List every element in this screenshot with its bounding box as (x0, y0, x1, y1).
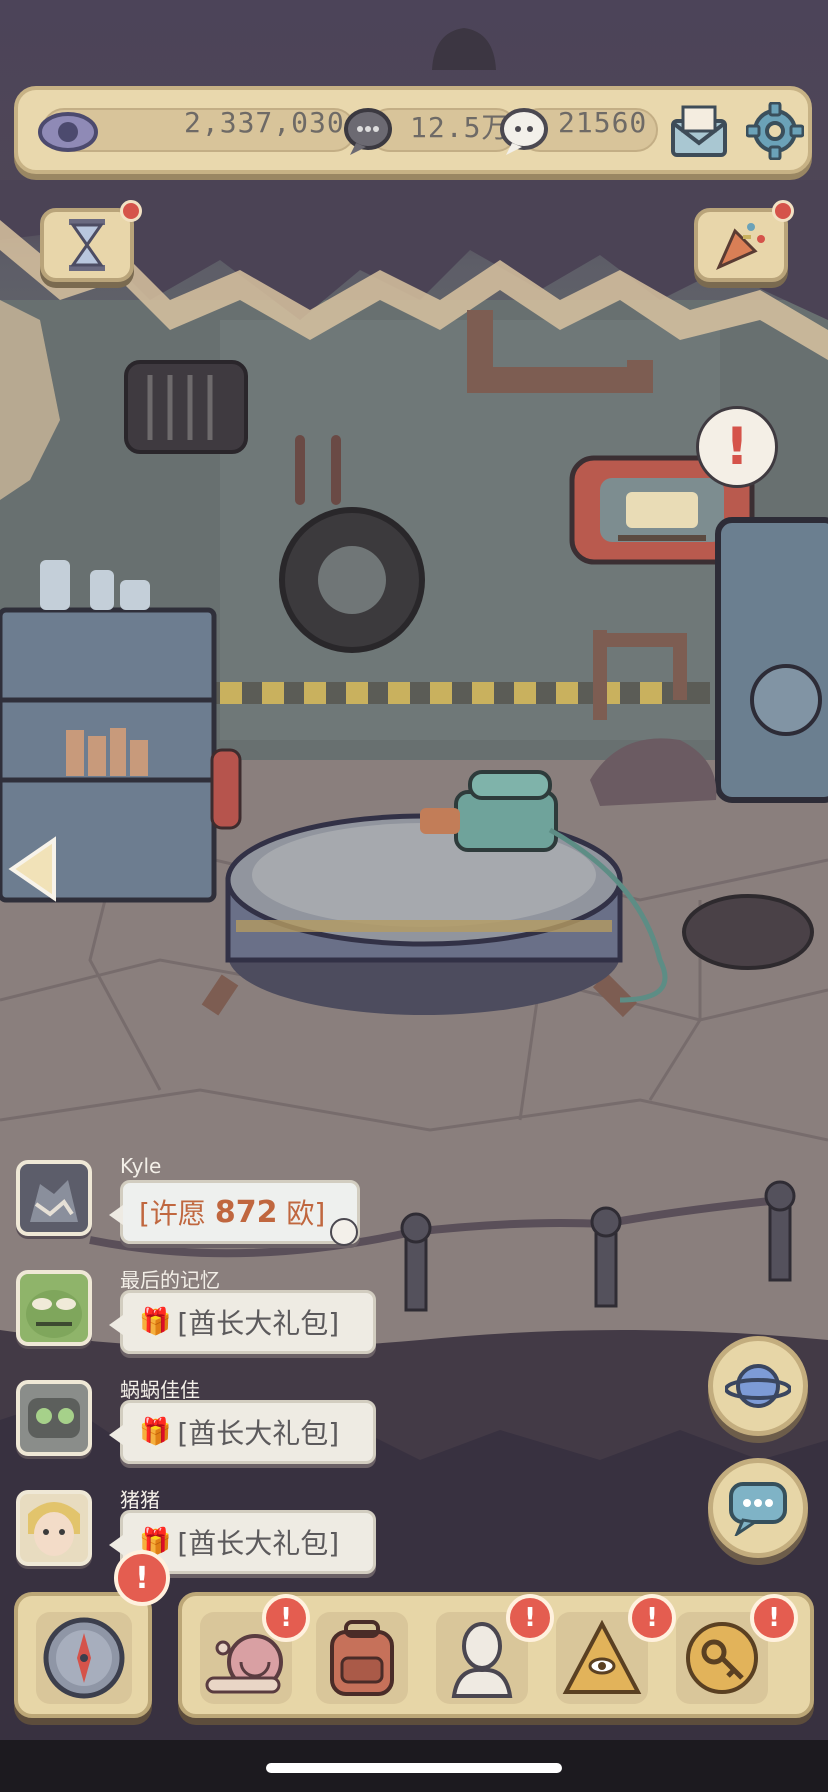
chat-message[interactable]: 最后的记忆 🎁 [酋长大礼包] (14, 1264, 414, 1364)
eye-amount: 2,337,030 (184, 106, 345, 139)
alert-icon: ! (280, 1603, 292, 1633)
gift-label: [酋长大礼包] (177, 1527, 340, 1560)
eye-icon (36, 100, 100, 164)
compass-alert-badge: ! (114, 1550, 170, 1606)
chat-name: 猪猪 (120, 1488, 160, 1512)
home-indicator[interactable] (266, 1763, 562, 1773)
avatar[interactable] (16, 1490, 92, 1566)
pyramid-alert-badge: ! (628, 1594, 676, 1642)
speech-bubble-icon (340, 104, 396, 160)
gift-icon: 🎁 (139, 1417, 172, 1447)
gift-label: [酋长大礼包] (177, 1417, 340, 1450)
backpack-icon (330, 1620, 394, 1696)
compass-dock (14, 1592, 152, 1718)
event-button[interactable] (694, 208, 788, 282)
backpack-slot[interactable] (316, 1612, 408, 1704)
gift-message-bubble[interactable]: 🎁 [酋长大礼包] (109, 1400, 376, 1464)
alert-icon: ! (768, 1603, 780, 1633)
hourglass-icon (69, 219, 105, 271)
chat-button[interactable] (708, 1458, 808, 1558)
gift-label: [酋长大礼包] (177, 1307, 340, 1340)
gift-message-bubble[interactable]: 🎁 [酋长大礼包] (109, 1290, 376, 1354)
wish-suffix: 欧] (277, 1197, 326, 1230)
key-icon (686, 1622, 758, 1694)
hourglass-button[interactable] (40, 208, 134, 282)
alert-icon: ! (524, 1603, 536, 1633)
avatar[interactable] (16, 1380, 92, 1456)
wish-amount: 872 (214, 1194, 278, 1230)
left-nav-button[interactable] (8, 836, 60, 902)
chat-message[interactable]: 猪猪 🎁 [酋长大礼包] (14, 1484, 414, 1584)
chevron-left-icon (8, 836, 56, 902)
gear-icon[interactable] (740, 98, 810, 164)
game-scene: 2,337,030 12.5万 21560 ! Kyle [许愿 872 欧] … (0, 0, 828, 1740)
ghost-icon (330, 1218, 358, 1246)
ghost-bubble-icon (496, 104, 552, 160)
bed-alert-bubble[interactable]: ! (696, 406, 778, 488)
compass-icon (43, 1617, 125, 1699)
chat-name: 蜗蜗佳佳 (120, 1378, 200, 1402)
chat-message[interactable]: 蜗蜗佳佳 🎁 [酋长大礼包] (14, 1374, 414, 1474)
alert-icon: ! (135, 1560, 149, 1596)
resource-bar: 2,337,030 12.5万 21560 (14, 86, 812, 174)
gift-icon: 🎁 (139, 1307, 172, 1337)
pyramid-eye-icon (562, 1620, 642, 1694)
hourglass-notification-dot (120, 200, 142, 222)
avatar[interactable] (16, 1270, 92, 1346)
avatar[interactable] (16, 1160, 92, 1236)
white-chat-amount: 21560 (558, 106, 648, 139)
compass-slot[interactable] (36, 1612, 132, 1704)
wish-prefix: [许愿 (139, 1197, 215, 1230)
party-popper-icon (716, 223, 765, 270)
alert-icon: ! (646, 1603, 658, 1633)
wish-message-bubble[interactable]: [许愿 872 欧] (109, 1180, 360, 1244)
chat-name: 最后的记忆 (120, 1268, 220, 1292)
alert-icon: ! (725, 417, 749, 477)
key-alert-badge: ! (750, 1594, 798, 1642)
chat-icon (729, 1482, 787, 1536)
mail-icon[interactable] (664, 98, 734, 164)
planet-button[interactable] (708, 1336, 808, 1436)
planet-icon (725, 1364, 791, 1408)
chat-message[interactable]: Kyle [许愿 872 欧] (14, 1154, 414, 1254)
chat-name: Kyle (120, 1154, 162, 1178)
shell-icon (432, 28, 496, 70)
bust-alert-badge: ! (506, 1594, 554, 1642)
snail-alert-badge: ! (262, 1594, 310, 1642)
event-notification-dot (772, 200, 794, 222)
